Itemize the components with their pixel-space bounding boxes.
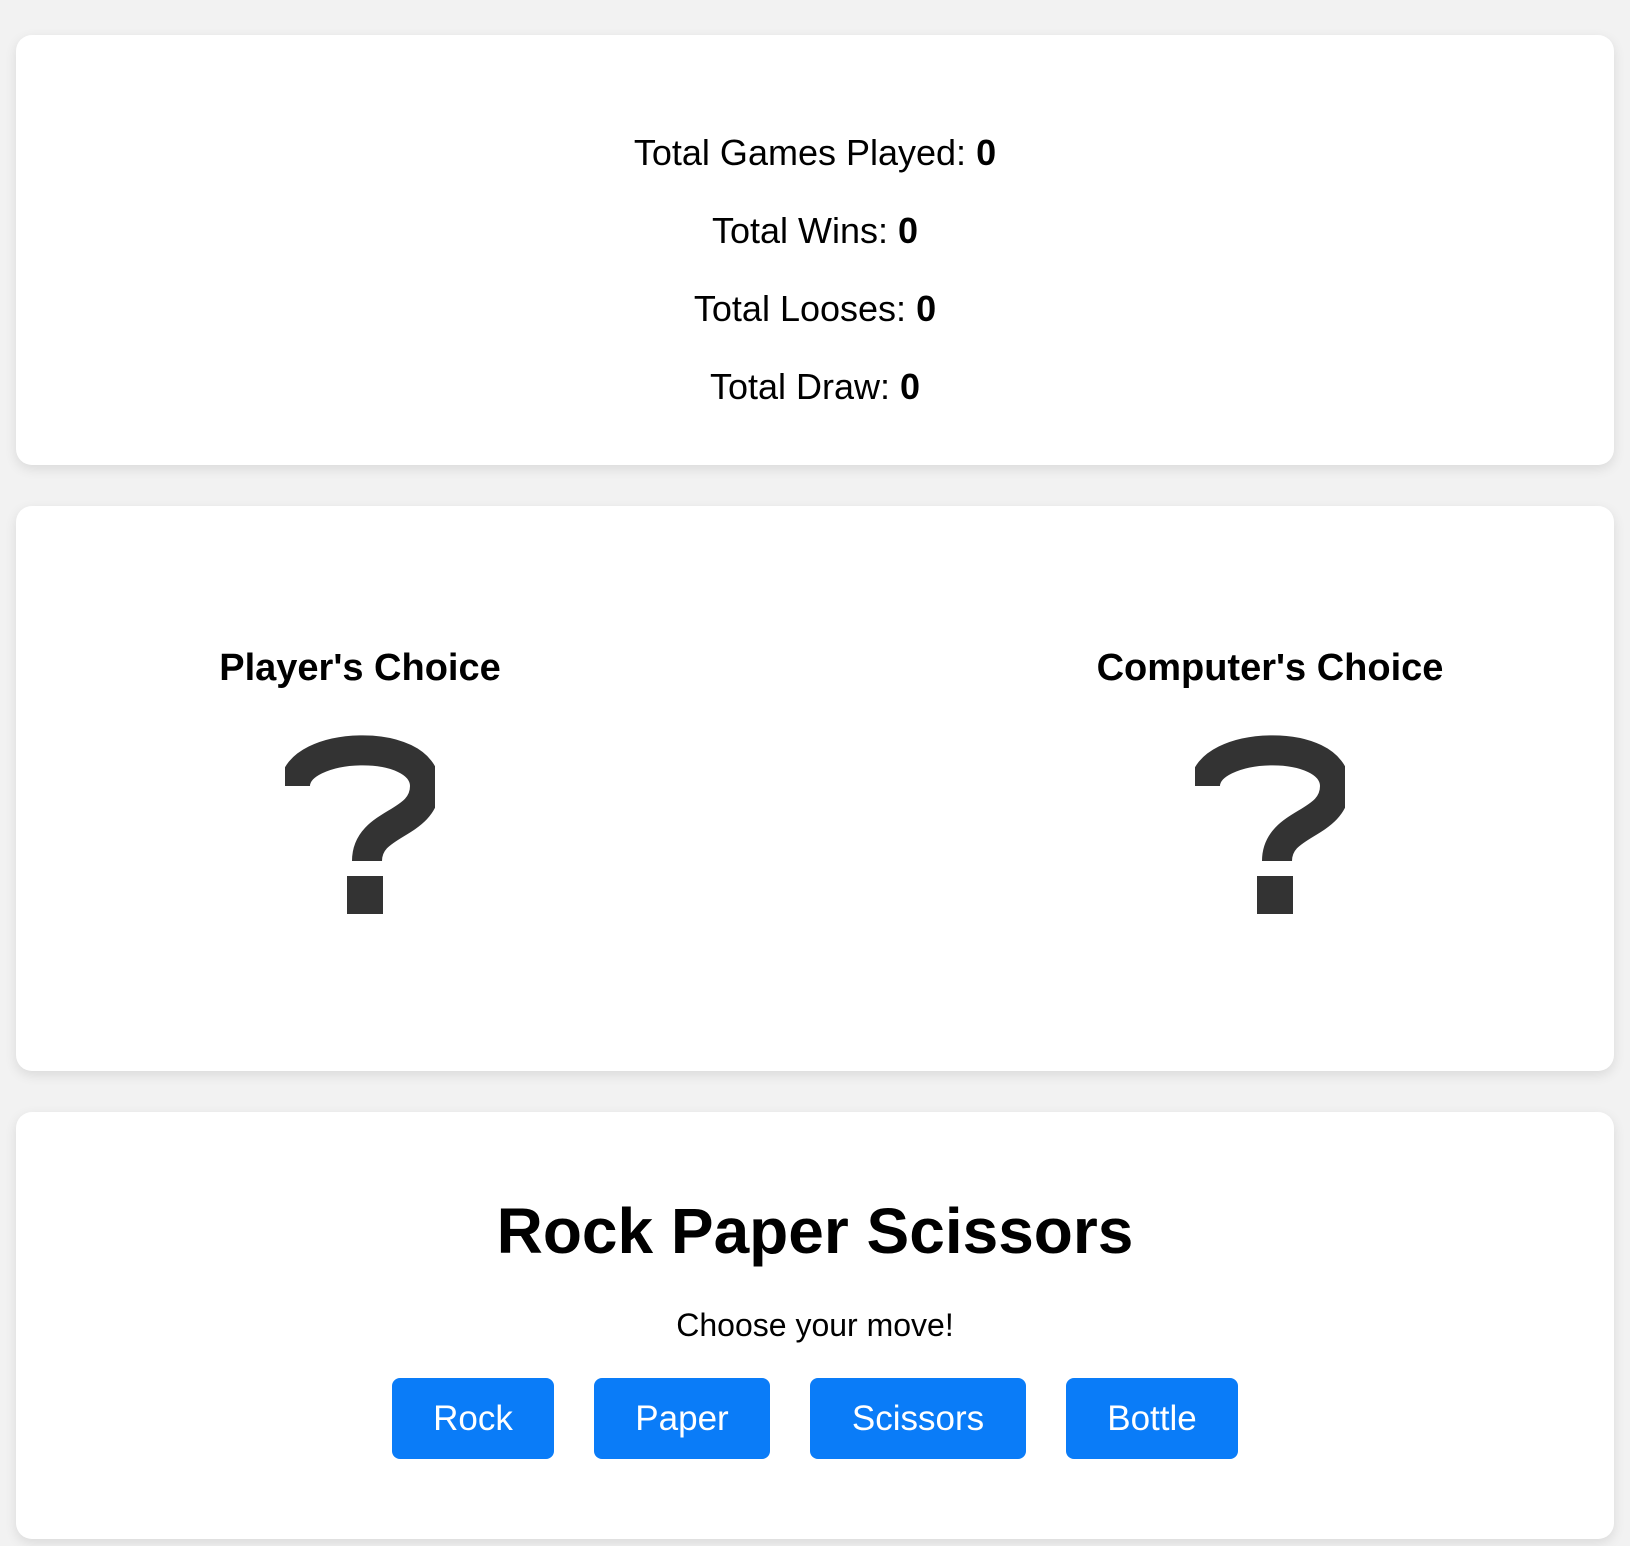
player-choice-panel: Player's Choice	[60, 506, 660, 1071]
stat-games-played-label: Total Games Played:	[633, 132, 967, 173]
stat-draws-value: 0	[900, 366, 921, 407]
rock-button[interactable]: Rock	[392, 1378, 554, 1459]
stat-losses-label: Total Looses:	[693, 288, 907, 329]
stats-card: Total Games Played: 0 Total Wins: 0 Tota…	[16, 35, 1614, 465]
stat-wins-value: 0	[898, 210, 919, 251]
bottle-button[interactable]: Bottle	[1066, 1378, 1238, 1459]
game-title: Rock Paper Scissors	[496, 1195, 1134, 1267]
stat-wins: Total Wins: 0	[16, 211, 1614, 251]
paper-button[interactable]: Paper	[594, 1378, 770, 1459]
stat-draws-label: Total Draw:	[709, 366, 890, 407]
question-mark-icon	[285, 735, 435, 914]
stat-losses: Total Looses: 0	[16, 289, 1614, 329]
choices-card: Player's Choice Computer's Choice	[16, 506, 1614, 1071]
computer-choice-panel: Computer's Choice	[970, 506, 1570, 1071]
stat-games-played: Total Games Played: 0	[16, 133, 1614, 173]
game-card: Rock Paper Scissors Choose your move! Ro…	[16, 1112, 1614, 1539]
player-choice-heading: Player's Choice	[219, 647, 501, 689]
stat-games-played-value: 0	[976, 132, 997, 173]
stat-draws: Total Draw: 0	[16, 367, 1614, 407]
stat-losses-value: 0	[916, 288, 937, 329]
stat-wins-label: Total Wins:	[711, 210, 888, 251]
computer-choice-heading: Computer's Choice	[1096, 647, 1444, 689]
question-mark-icon	[1195, 735, 1345, 914]
game-subtitle: Choose your move!	[676, 1307, 954, 1343]
scissors-button[interactable]: Scissors	[810, 1378, 1026, 1459]
